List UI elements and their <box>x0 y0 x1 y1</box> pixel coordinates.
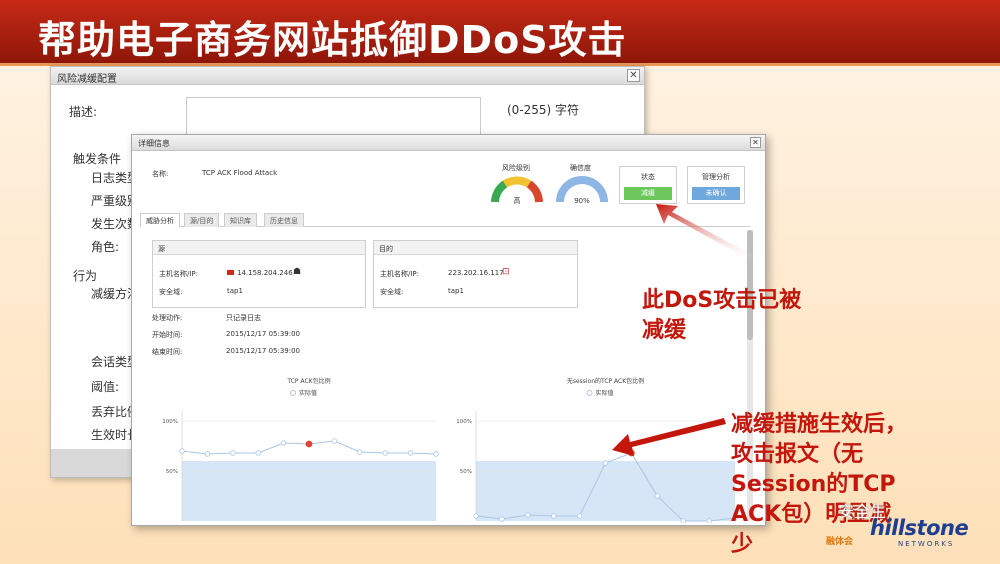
logo-tag: 融体会 <box>826 537 854 547</box>
annotation-line: Session的TCP <box>731 472 896 497</box>
arrow-to-status <box>656 204 758 262</box>
arrow-to-chart-peak <box>612 418 726 456</box>
annotation-line: 攻击报文（无 <box>731 442 864 467</box>
hillstone-logo-sub: NETWORKS <box>898 540 955 548</box>
annotation-line: 减缓 <box>642 318 687 343</box>
hillstone-logo: hillstone <box>870 516 969 540</box>
annotation-line: 此DoS攻击已被 <box>642 288 802 313</box>
annotation-line: 减缓措施生效后， <box>731 412 908 437</box>
annotation-mitigated: 此DoS攻击已被 减缓 <box>642 286 801 346</box>
